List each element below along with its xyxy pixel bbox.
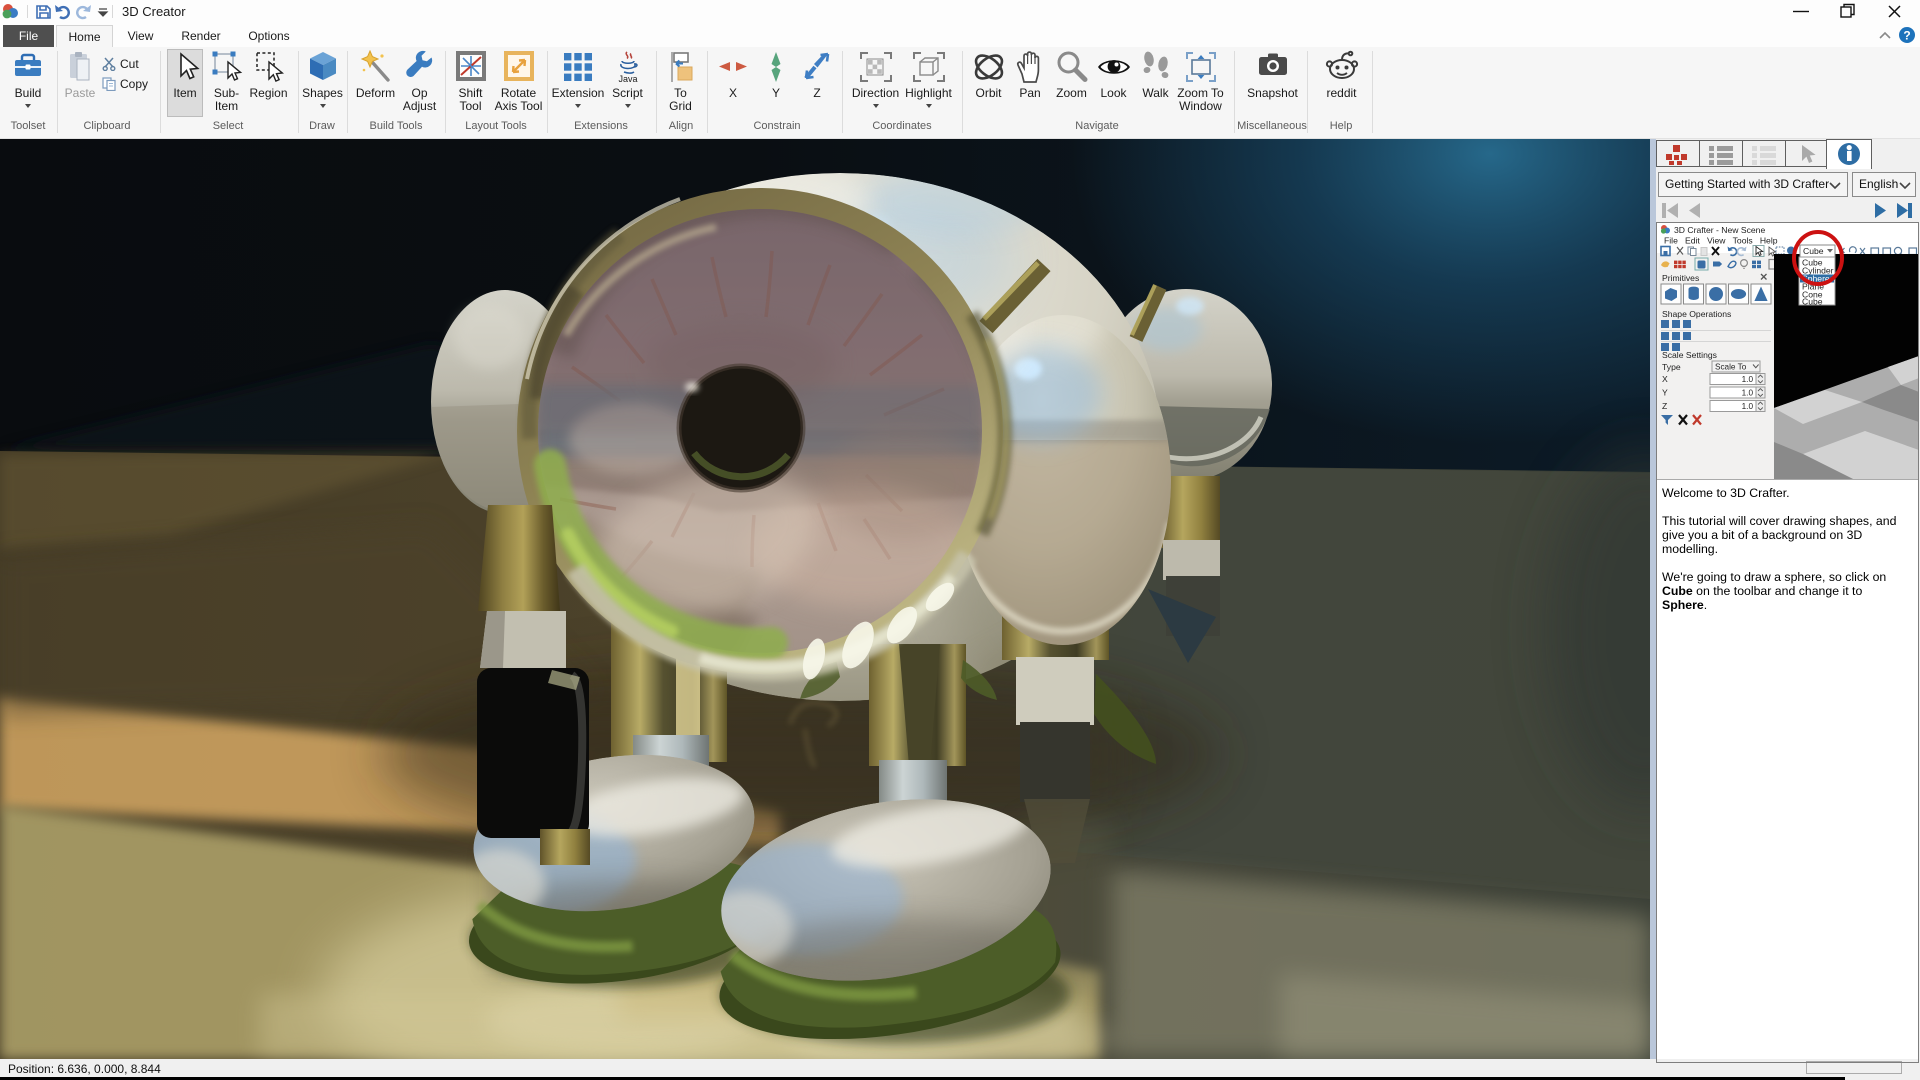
svg-text:Java: Java — [618, 74, 637, 84]
svg-text:?: ? — [1903, 29, 1910, 43]
